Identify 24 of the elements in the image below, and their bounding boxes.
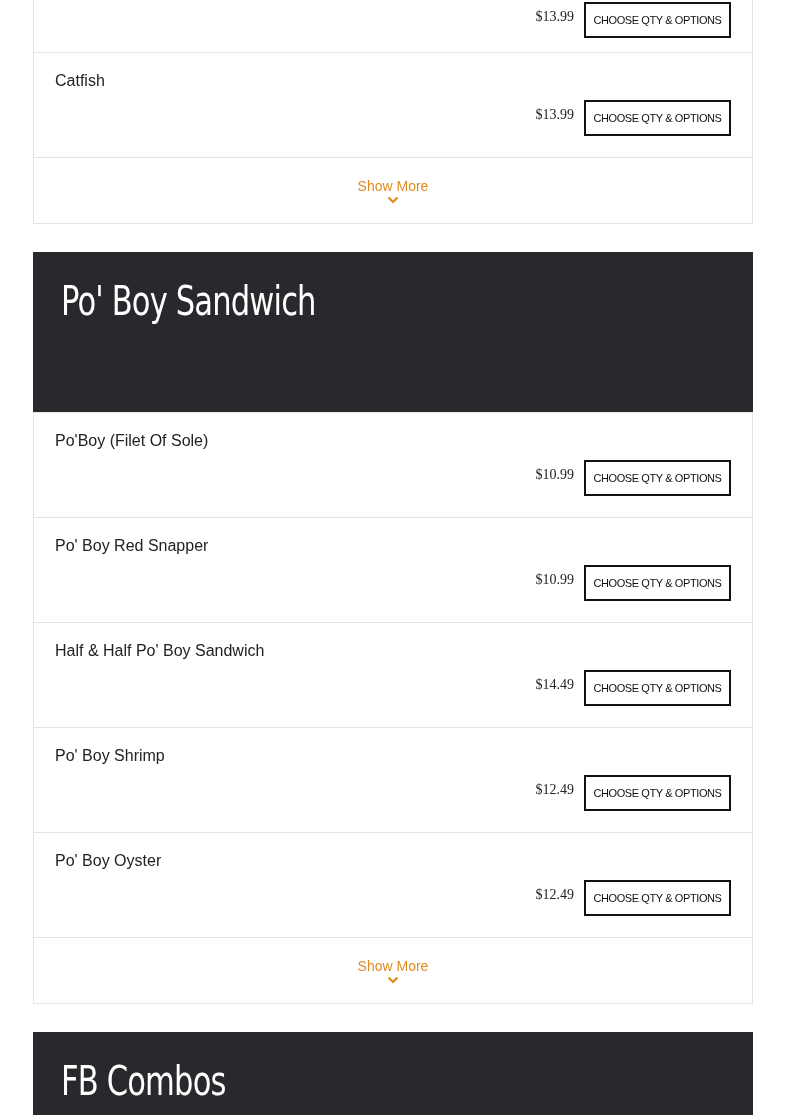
choose-options-button[interactable]: CHOOSE QTY & OPTIONS [584, 880, 731, 916]
choose-options-button[interactable]: CHOOSE QTY & OPTIONS [584, 670, 731, 706]
section-title: FB Combos [61, 1058, 226, 1104]
item-name: Catfish [55, 72, 106, 90]
item-name: Po' Boy Shrimp [55, 747, 166, 765]
item-name: Po' Boy Red Snapper [55, 537, 210, 555]
choose-options-button[interactable]: CHOOSE QTY & OPTIONS [584, 775, 731, 811]
section-title: Po' Boy Sandwich [61, 278, 316, 324]
chevron-down-icon [387, 195, 399, 204]
chevron-down-icon [387, 975, 399, 984]
item-price: $14.49 [535, 677, 574, 693]
item-price: $13.99 [535, 107, 574, 123]
choose-options-button[interactable]: CHOOSE QTY & OPTIONS [584, 2, 731, 38]
choose-options-button[interactable]: CHOOSE QTY & OPTIONS [584, 460, 731, 496]
choose-options-button[interactable]: CHOOSE QTY & OPTIONS [584, 100, 731, 136]
item-name: Half & Half Po' Boy Sandwich [55, 642, 266, 660]
item-price: $12.49 [535, 887, 574, 903]
item-price: $13.99 [535, 9, 574, 25]
choose-options-button[interactable]: CHOOSE QTY & OPTIONS [584, 565, 731, 601]
item-name: Po' Boy Oyster [55, 852, 163, 870]
item-price: $12.49 [535, 782, 574, 798]
item-price: $10.99 [535, 467, 574, 483]
item-name: Po'Boy (Filet Of Sole) [55, 432, 210, 450]
item-price: $10.99 [535, 572, 574, 588]
